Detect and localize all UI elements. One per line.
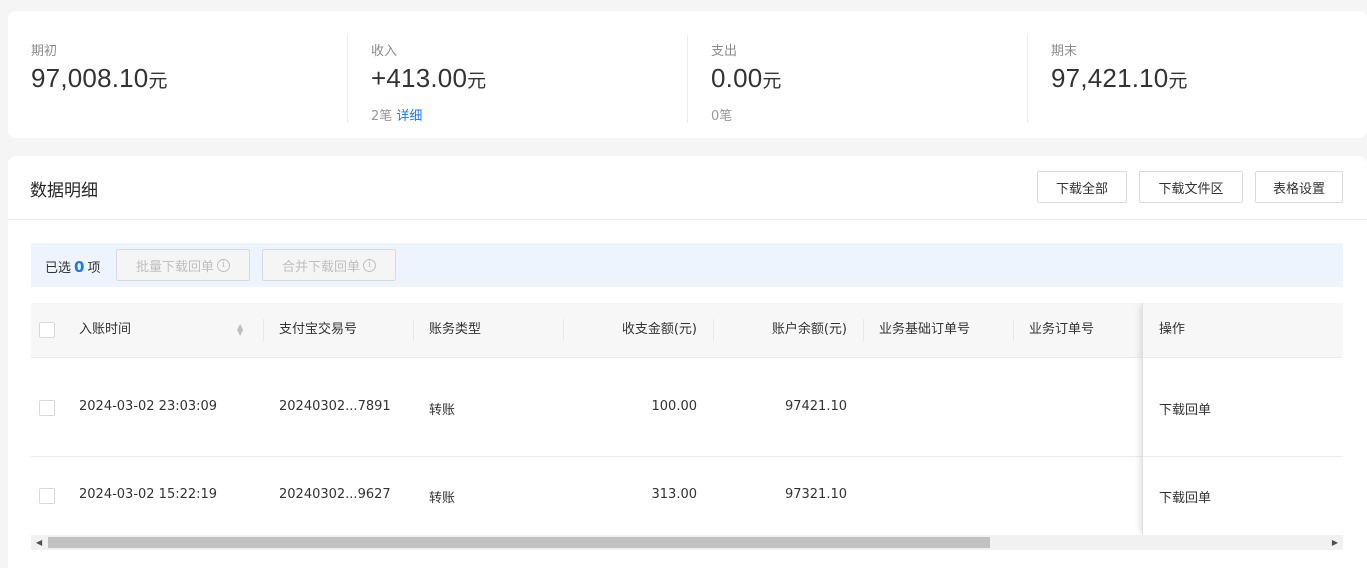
closing-value: 97,421.10元 bbox=[1051, 63, 1187, 94]
opening-label: 期初 bbox=[31, 44, 58, 59]
table-settings-button[interactable]: 表格设置 bbox=[1255, 171, 1343, 203]
data-detail-panel: 数据明细 下载全部 下载文件区 表格设置 已选 0 项 批量下载回单 i 合并下载回单… bbox=[8, 156, 1367, 568]
cell-alipay-no: 20240302...7891 bbox=[279, 399, 391, 414]
closing-label: 期末 bbox=[1051, 44, 1078, 59]
cell-type: 转账 bbox=[429, 403, 456, 418]
expense-count: 0笔 bbox=[711, 109, 733, 124]
cell-time: 2024-03-02 15:22:19 bbox=[79, 487, 218, 502]
table-row: 2024-03-02 15:22:19 20240302...9627 转账 3… bbox=[31, 457, 1343, 535]
table-row: 2024-03-02 23:03:09 20240302...7891 转账 1… bbox=[31, 358, 1343, 457]
batch-download-label: 批量下载回单 bbox=[135, 259, 214, 275]
row-checkbox[interactable] bbox=[39, 400, 55, 416]
panel-title: 数据明细 bbox=[30, 181, 98, 201]
expense-label: 支出 bbox=[711, 44, 738, 59]
income-count: 2笔 bbox=[371, 109, 393, 124]
info-icon: i bbox=[363, 258, 376, 272]
scrollbar-thumb[interactable] bbox=[48, 537, 990, 548]
info-icon: i bbox=[217, 258, 230, 272]
cell-amount: 100.00 bbox=[651, 399, 698, 414]
download-receipt-link[interactable]: 下载回单 bbox=[1159, 399, 1211, 418]
divider bbox=[687, 35, 688, 123]
sort-icon[interactable]: ▲ ▼ bbox=[237, 323, 243, 337]
selected-count: 0 bbox=[74, 258, 85, 276]
income-value: +413.00元 bbox=[371, 63, 486, 94]
col-type: 账务类型 bbox=[429, 322, 482, 337]
income-sub: 2笔 详细 bbox=[371, 105, 422, 124]
expense-unit: 元 bbox=[762, 70, 782, 92]
cell-balance: 97421.10 bbox=[784, 399, 847, 414]
income-unit: 元 bbox=[467, 70, 487, 92]
col-order: 业务订单号 bbox=[1029, 322, 1095, 337]
download-files-button[interactable]: 下载文件区 bbox=[1139, 171, 1243, 203]
horizontal-scrollbar[interactable]: ◀ ▶ bbox=[31, 535, 1343, 550]
selected-prefix: 已选 bbox=[45, 261, 72, 276]
scroll-left-icon[interactable]: ◀ bbox=[36, 538, 42, 547]
col-separator bbox=[713, 319, 714, 341]
divider bbox=[8, 219, 1367, 220]
download-all-button[interactable]: 下载全部 bbox=[1037, 171, 1127, 203]
select-all-checkbox[interactable] bbox=[39, 322, 55, 338]
income-amount: +413.00 bbox=[371, 63, 468, 93]
selected-suffix: 项 bbox=[87, 261, 101, 276]
col-separator bbox=[263, 319, 264, 341]
divider bbox=[347, 35, 348, 123]
closing-unit: 元 bbox=[1168, 70, 1188, 92]
cell-alipay-no: 20240302...9627 bbox=[279, 487, 391, 502]
col-balance: 账户余额(元) bbox=[771, 322, 847, 337]
transactions-table: 入账时间 ▲ ▼ 支付宝交易号 账务类型 收支金额(元) 账户余额(元) 业务基础… bbox=[31, 303, 1343, 535]
download-receipt-link[interactable]: 下载回单 bbox=[1159, 487, 1211, 506]
expense-amount: 0.00 bbox=[711, 63, 763, 93]
opening-amount: 97,008.10 bbox=[31, 63, 149, 93]
merge-download-button[interactable]: 合并下载回单 i bbox=[262, 249, 396, 281]
closing-amount: 97,421.10 bbox=[1051, 63, 1169, 93]
col-time[interactable]: 入账时间 bbox=[79, 303, 131, 358]
col-separator bbox=[413, 319, 414, 341]
col-separator bbox=[863, 319, 864, 341]
income-label: 收入 bbox=[371, 44, 398, 59]
cell-time: 2024-03-02 23:03:09 bbox=[79, 399, 218, 414]
divider bbox=[1027, 35, 1028, 123]
cell-balance: 97321.10 bbox=[784, 487, 847, 502]
cell-amount: 313.00 bbox=[651, 487, 698, 502]
opening-value: 97,008.10元 bbox=[31, 63, 167, 94]
col-base-order: 业务基础订单号 bbox=[879, 322, 971, 337]
table-header: 入账时间 ▲ ▼ 支付宝交易号 账务类型 收支金额(元) 账户余额(元) 业务基础… bbox=[31, 303, 1343, 358]
selection-status: 已选 0 项 bbox=[45, 257, 100, 276]
col-separator bbox=[1013, 319, 1014, 341]
opening-unit: 元 bbox=[148, 70, 168, 92]
income-detail-link[interactable]: 详细 bbox=[396, 109, 422, 124]
col-separator bbox=[563, 319, 564, 341]
row-checkbox[interactable] bbox=[39, 488, 55, 504]
cell-type: 转账 bbox=[429, 491, 456, 506]
expense-value: 0.00元 bbox=[711, 63, 781, 94]
col-amount: 收支金额(元) bbox=[621, 322, 697, 337]
col-action: 操作 bbox=[1159, 322, 1186, 337]
scroll-right-icon[interactable]: ▶ bbox=[1332, 538, 1338, 547]
balance-summary: 期初 97,008.10元 收入 +413.00元 2笔 详细 支出 0.00元… bbox=[8, 11, 1367, 138]
col-alipay-no: 支付宝交易号 bbox=[279, 322, 358, 337]
selection-bar: 已选 0 项 批量下载回单 i 合并下载回单 i bbox=[31, 243, 1343, 287]
batch-download-button[interactable]: 批量下载回单 i bbox=[116, 249, 250, 281]
merge-download-label: 合并下载回单 bbox=[281, 259, 360, 275]
